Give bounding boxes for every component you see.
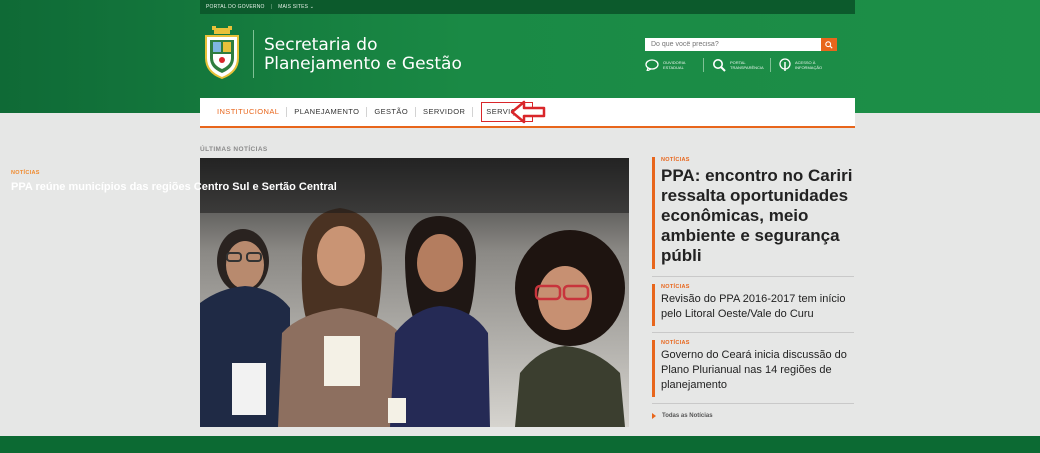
site-title[interactable]: Secretaria do Planejamento e Gestão bbox=[264, 36, 462, 74]
quick-links: OUVIDORIA ESTADUAL PORTAL TRANSPARÊNCIA … bbox=[645, 58, 827, 72]
news-tag: NOTÍCIAS bbox=[661, 284, 690, 290]
news-divider bbox=[652, 403, 854, 404]
news-item[interactable]: NOTÍCIAS Revisão do PPA 2016-2017 tem in… bbox=[652, 284, 854, 326]
news-item[interactable]: NOTÍCIAS PPA: encontro no Cariri ressalt… bbox=[652, 157, 854, 269]
site-title-line-1: Secretaria do bbox=[264, 35, 378, 55]
news-divider bbox=[652, 276, 854, 277]
search-input[interactable] bbox=[645, 38, 821, 51]
all-news-label: Todas as Notícias bbox=[662, 413, 713, 419]
state-coat-of-arms-logo[interactable] bbox=[200, 24, 244, 82]
nav-item-gestao[interactable]: GESTÃO bbox=[367, 107, 417, 117]
triangle-right-icon bbox=[652, 413, 656, 419]
news-title: Revisão do PPA 2016-2017 tem início pelo… bbox=[661, 293, 846, 320]
top-utility-bar: PORTAL DO GOVERNO | MAIS SITES ⌄ bbox=[200, 0, 855, 14]
search-icon bbox=[825, 40, 833, 49]
news-item[interactable]: NOTÍCIAS Governo do Ceará inicia discuss… bbox=[652, 340, 854, 397]
highlight-arrow-icon bbox=[510, 100, 546, 124]
info-pin-icon bbox=[779, 58, 791, 71]
section-heading: ÚLTIMAS NOTÍCIAS bbox=[200, 146, 268, 153]
nav-item-servidor[interactable]: SERVIDOR bbox=[416, 107, 474, 117]
portal-transparencia-label: PORTAL TRANSPARÊNCIA bbox=[730, 60, 764, 70]
footer-bar bbox=[0, 436, 1040, 453]
news-divider bbox=[652, 332, 854, 333]
search-button[interactable] bbox=[821, 38, 837, 51]
news-title: PPA: encontro no Cariri ressalta oportun… bbox=[661, 166, 853, 265]
portal-do-governo-link[interactable]: PORTAL DO GOVERNO bbox=[206, 4, 265, 10]
mais-sites-link[interactable]: MAIS SITES ⌄ bbox=[278, 4, 314, 10]
acesso-informacao-link[interactable]: ACESSO À INFORMAÇÃO bbox=[779, 58, 827, 72]
quick-link-divider bbox=[703, 58, 704, 72]
news-tag: NOTÍCIAS bbox=[661, 340, 690, 346]
ouvidoria-link[interactable]: OUVIDORIA ESTADUAL bbox=[645, 58, 695, 72]
news-tag: NOTÍCIAS bbox=[661, 157, 690, 163]
quick-link-divider bbox=[770, 58, 771, 72]
acesso-informacao-label: ACESSO À INFORMAÇÃO bbox=[795, 60, 823, 70]
header-background bbox=[0, 0, 1040, 113]
chevron-down-icon: ⌄ bbox=[309, 4, 315, 10]
site-title-line-2: Planejamento e Gestão bbox=[264, 54, 462, 74]
chat-bubble-icon bbox=[645, 59, 659, 71]
brand-divider bbox=[253, 30, 254, 78]
all-news-link[interactable]: Todas as Notícias bbox=[652, 413, 713, 419]
topbar-separator: | bbox=[270, 4, 273, 10]
search-bar bbox=[645, 38, 837, 51]
hero-news-tag: NOTÍCIAS bbox=[11, 170, 40, 176]
hero-news-title[interactable]: PPA reúne municípios das regiões Centro … bbox=[11, 181, 337, 193]
mais-sites-label: MAIS SITES bbox=[278, 4, 309, 10]
magnifier-icon bbox=[713, 59, 726, 72]
news-title: Governo do Ceará inicia discussão do Pla… bbox=[661, 349, 847, 391]
nav-item-planejamento[interactable]: PLANEJAMENTO bbox=[287, 107, 368, 117]
hero-photo bbox=[200, 158, 629, 427]
portal-transparencia-link[interactable]: PORTAL TRANSPARÊNCIA bbox=[712, 58, 764, 72]
hero-news-card[interactable] bbox=[200, 158, 629, 427]
ouvidoria-label: OUVIDORIA ESTADUAL bbox=[663, 60, 686, 70]
nav-item-institucional[interactable]: INSTITUCIONAL bbox=[210, 107, 288, 117]
